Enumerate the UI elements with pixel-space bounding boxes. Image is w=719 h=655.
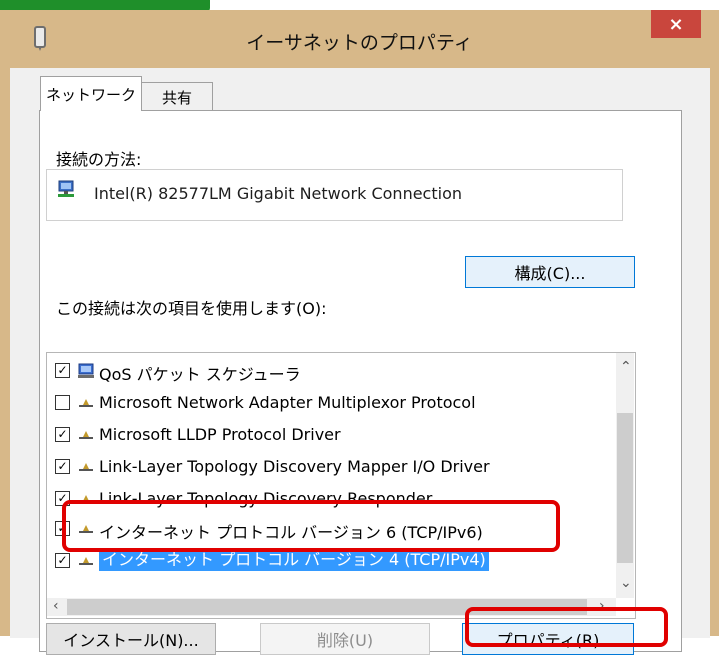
- scroll-up-icon[interactable]: ⌃: [620, 359, 632, 375]
- scroll-down-icon[interactable]: ⌄: [620, 575, 632, 591]
- list-item[interactable]: ✓ Link-Layer Topology Discovery Mapper I…: [47, 451, 607, 483]
- item-label: Microsoft Network Adapter Multiplexor Pr…: [99, 393, 476, 412]
- item-label: QoS パケット スケジューラ: [99, 365, 301, 384]
- item-checkbox[interactable]: [55, 395, 70, 410]
- scroll-left-icon[interactable]: ‹: [53, 598, 59, 614]
- adapter-name: Intel(R) 82577LM Gigabit Network Connect…: [94, 184, 462, 203]
- connect-using-label: 接続の方法:: [56, 150, 142, 169]
- item-checkbox[interactable]: ✓: [55, 459, 70, 474]
- dialog-client: ネットワーク 共有 接続の方法: Intel(R) 82577LM Gigabi…: [10, 68, 710, 655]
- qos-icon: [78, 363, 94, 378]
- annotation-highlight-ipv4: [62, 500, 560, 552]
- protocol-icon: [79, 399, 93, 407]
- annotation-highlight-properties: [465, 607, 668, 647]
- item-label: Microsoft LLDP Protocol Driver: [99, 425, 341, 444]
- properties-window: イーサネットのプロパティ × ネットワーク 共有 接続の方法: Intel(R)…: [0, 10, 719, 655]
- item-label: Link-Layer Topology Discovery Mapper I/O…: [99, 457, 490, 476]
- components-list[interactable]: ✓ QoS パケット スケジューラ Microsoft Network Adap…: [46, 352, 636, 619]
- close-button[interactable]: ×: [651, 10, 701, 38]
- item-checkbox[interactable]: ✓: [55, 427, 70, 442]
- list-item[interactable]: ✓ Microsoft LLDP Protocol Driver: [47, 419, 607, 451]
- vertical-scroll-thumb[interactable]: [617, 413, 633, 563]
- item-checkbox[interactable]: ✓: [55, 363, 70, 378]
- list-item[interactable]: ✓ QoS パケット スケジューラ: [47, 355, 607, 387]
- network-card-icon: [58, 180, 74, 197]
- tab-network[interactable]: ネットワーク: [40, 76, 142, 111]
- list-item[interactable]: Microsoft Network Adapter Multiplexor Pr…: [47, 387, 607, 419]
- items-label: この接続は次の項目を使用します(O):: [56, 299, 327, 318]
- configure-button[interactable]: 構成(C)...: [465, 256, 635, 288]
- protocol-icon: [79, 557, 93, 565]
- remove-button: 削除(U): [260, 623, 430, 655]
- protocol-icon: [79, 431, 93, 439]
- tab-share[interactable]: 共有: [141, 82, 213, 111]
- window-title: イーサネットのプロパティ: [246, 32, 473, 54]
- vertical-scrollbar[interactable]: ⌃ ⌄: [616, 353, 634, 598]
- item-label: インターネット プロトコル バージョン 4 (TCP/IPv4): [99, 549, 489, 571]
- title-bar[interactable]: イーサネットのプロパティ ×: [0, 10, 719, 70]
- adapter-box: Intel(R) 82577LM Gigabit Network Connect…: [46, 169, 623, 221]
- install-button[interactable]: インストール(N)...: [46, 623, 216, 655]
- item-checkbox[interactable]: ✓: [55, 553, 70, 568]
- protocol-icon: [79, 463, 93, 471]
